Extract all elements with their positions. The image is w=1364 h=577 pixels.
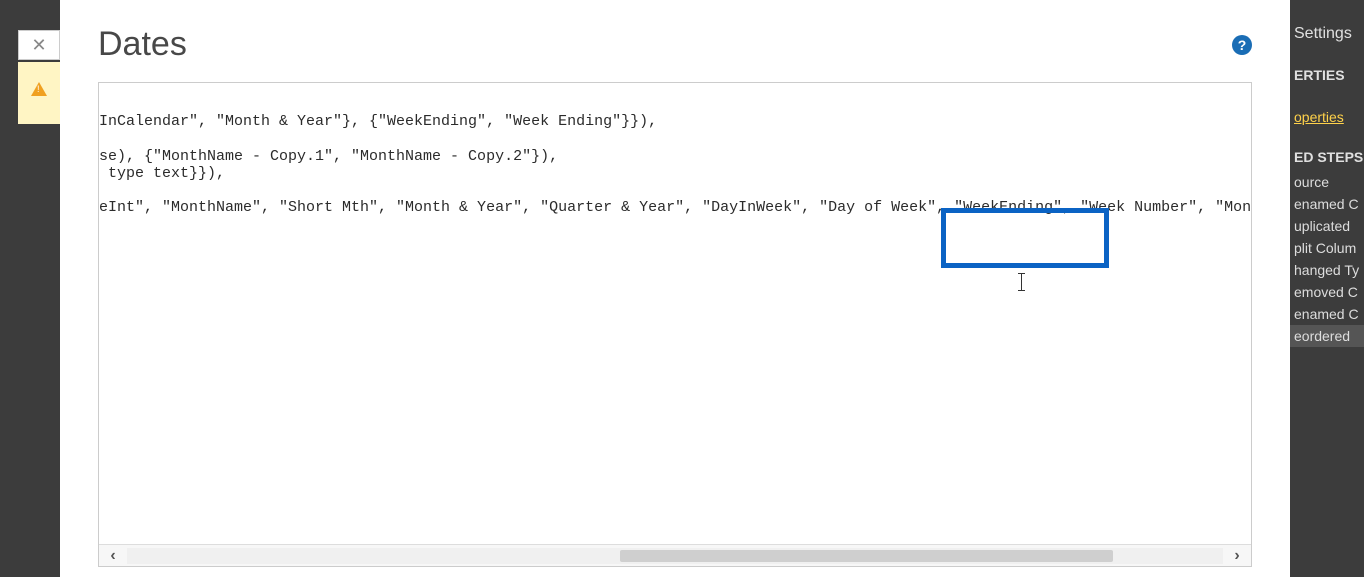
main-panel: Dates ? InCalendar", "Month & Year"}, {"… [60,0,1290,577]
step-reordered[interactable]: eordered [1290,325,1364,347]
step-renamed-columns-2[interactable]: enamed C [1290,303,1364,325]
code-line-3: type text}}), [99,165,225,182]
close-button[interactable]: ✕ [18,30,60,60]
all-properties-link[interactable]: operties [1290,101,1364,131]
page-title: Dates [98,25,187,64]
step-removed-columns[interactable]: emoved C [1290,281,1364,303]
step-changed-type[interactable]: hanged Ty [1290,259,1364,281]
step-duplicated[interactable]: uplicated [1290,215,1364,237]
settings-header[interactable]: Settings [1290,0,1364,49]
warning-tab[interactable] [18,62,60,124]
text-cursor-icon [1021,273,1022,291]
code-line-2: se), {"MonthName - Copy.1", "MonthName -… [99,148,558,165]
header-row: Dates ? [98,25,1252,64]
scroll-track[interactable] [127,548,1223,564]
scroll-right-icon[interactable]: › [1223,545,1251,566]
properties-header: ERTIES [1290,49,1364,89]
step-split-column[interactable]: plit Colum [1290,237,1364,259]
help-icon[interactable]: ? [1232,35,1252,55]
left-sidebar [0,0,18,577]
code-content: InCalendar", "Month & Year"}, {"WeekEndi… [99,113,1252,217]
warning-icon [31,82,47,96]
code-line-1: InCalendar", "Month & Year"}, {"WeekEndi… [99,113,657,130]
step-source[interactable]: ource [1290,171,1364,193]
highlight-box [941,208,1109,268]
applied-steps-header: ED STEPS [1290,131,1364,171]
code-line-4: eInt", "MonthName", "Short Mth", "Month … [99,199,1252,216]
close-icon: ✕ [31,35,46,56]
name-field[interactable] [1290,89,1364,101]
code-editor[interactable]: InCalendar", "Month & Year"}, {"WeekEndi… [98,82,1252,567]
step-renamed-columns[interactable]: enamed C [1290,193,1364,215]
scroll-left-icon[interactable]: ‹ [99,545,127,566]
right-panel: Settings ERTIES operties ED STEPS ource … [1290,0,1364,577]
scroll-thumb[interactable] [620,550,1113,562]
horizontal-scrollbar[interactable]: ‹ › [99,544,1251,566]
